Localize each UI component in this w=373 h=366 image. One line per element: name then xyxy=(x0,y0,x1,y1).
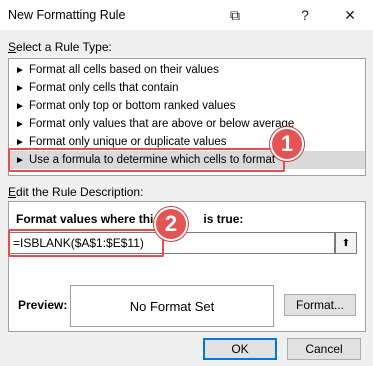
rule-item-label: Format only cells that contain xyxy=(29,82,179,94)
title-bar: New Formatting Rule ⧉ ? ✕ xyxy=(0,0,373,30)
rule-item-label: Format only values that are above or bel… xyxy=(29,118,295,130)
preview-box: No Format Set xyxy=(70,285,274,327)
rule-item-top-bottom[interactable]: ► Format only top or bottom ranked value… xyxy=(9,97,365,115)
window-title: New Formatting Rule xyxy=(8,8,126,22)
help-button[interactable]: ? xyxy=(296,6,314,24)
step-badge-1: 1 xyxy=(270,127,304,161)
step-badge-2: 2 xyxy=(154,207,188,241)
collapse-dialog-button[interactable]: ⬆ xyxy=(335,232,357,254)
rule-item-all-cells[interactable]: ► Format all cells based on their values xyxy=(9,61,365,79)
arrow-right-icon: ► xyxy=(15,82,25,94)
highlight-box-1 xyxy=(8,148,285,172)
rule-description-label: Edit the Rule Description: xyxy=(8,185,144,199)
cancel-button[interactable]: Cancel xyxy=(287,338,361,360)
arrow-right-icon: ► xyxy=(15,64,25,76)
rule-item-above-below-average[interactable]: ► Format only values that are above or b… xyxy=(9,115,365,133)
close-button[interactable]: ✕ xyxy=(341,6,359,24)
ok-button[interactable]: OK xyxy=(203,338,277,360)
rule-item-label: Format only top or bottom ranked values xyxy=(29,100,236,112)
arrow-right-icon: ► xyxy=(15,100,25,112)
rule-item-cells-contain[interactable]: ► Format only cells that contain xyxy=(9,79,365,97)
formula-heading: Format values where this f is true: xyxy=(16,212,244,226)
rule-item-label: Format only unique or duplicate values xyxy=(29,136,227,148)
rule-type-label: Select a Rule Type: xyxy=(8,40,112,54)
arrow-right-icon: ► xyxy=(15,118,25,130)
rule-item-label: Format all cells based on their values xyxy=(29,64,219,76)
highlight-box-2 xyxy=(8,229,164,257)
restore-icon[interactable]: ⧉ xyxy=(226,6,244,24)
arrow-right-icon: ► xyxy=(15,136,25,148)
preview-label: Preview: xyxy=(18,298,68,312)
format-button[interactable]: Format... xyxy=(284,294,356,316)
